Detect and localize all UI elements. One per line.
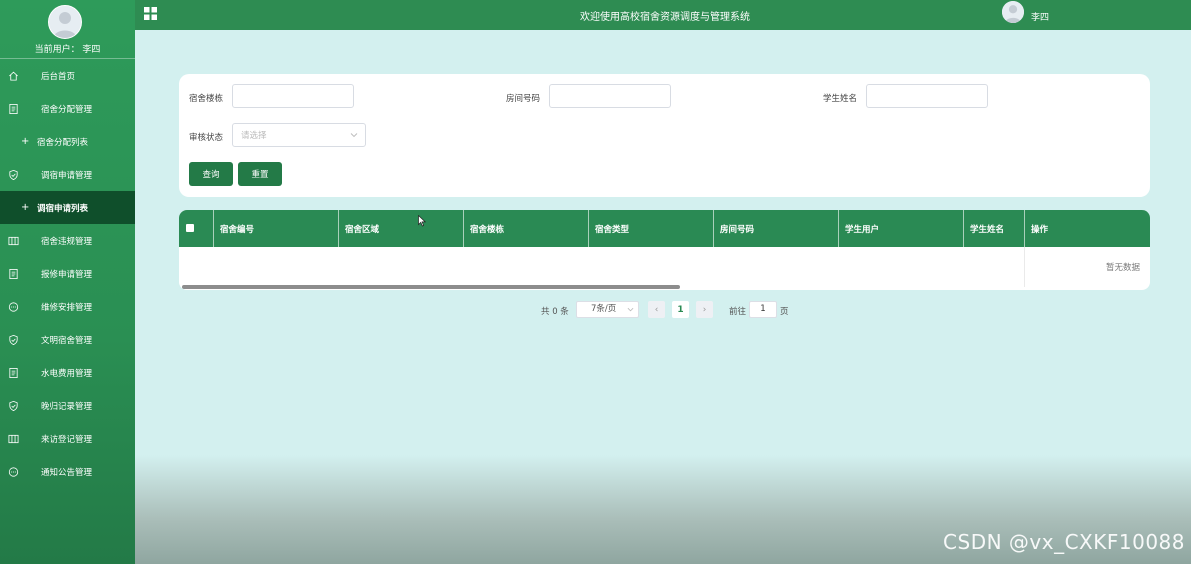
sidebar-item-label: 晚归记录管理 <box>41 401 93 412</box>
sidebar-item-notice[interactable]: 通知公告管理 <box>0 455 135 488</box>
columns-icon <box>8 433 19 444</box>
document-icon <box>8 103 19 114</box>
column-header[interactable]: 宿舍区域 <box>339 210 464 247</box>
data-table: 宿舍编号 宿舍区域 宿舍楼栋 宿舍类型 房间号码 学生用户 学生姓名 操作 暂无… <box>179 210 1150 290</box>
sidebar-item-label: 宿舍分配列表 <box>37 137 89 148</box>
building-label: 宿舍楼栋 <box>189 94 224 104</box>
room-label: 房间号码 <box>506 94 541 104</box>
column-header[interactable]: 房间号码 <box>714 210 839 247</box>
chat-icon <box>8 466 19 477</box>
sidebar-item-transfer-application[interactable]: 调宿申请管理 <box>0 158 135 191</box>
chevron-right-icon: › <box>702 304 707 315</box>
sidebar-item-dorm-violation[interactable]: 宿舍违规管理 <box>0 224 135 257</box>
goto-label: 前往 <box>729 307 747 317</box>
select-all-checkbox[interactable] <box>186 224 194 232</box>
student-name-input[interactable] <box>866 84 988 108</box>
document-icon <box>8 268 19 279</box>
table-header: 宿舍编号 宿舍区域 宿舍楼栋 宿舍类型 房间号码 学生用户 学生姓名 操作 <box>179 210 1150 247</box>
empty-data-text: 暂无数据 <box>1024 247 1150 287</box>
chevron-down-icon <box>350 133 358 138</box>
sidebar-subitem-transfer-application-list[interactable]: + 调宿申请列表 <box>0 191 135 224</box>
column-header[interactable]: 宿舍编号 <box>214 210 339 247</box>
status-placeholder: 请选择 <box>241 131 267 141</box>
room-input[interactable] <box>549 84 671 108</box>
sidebar-user-block: 当前用户： 李四 <box>0 0 135 59</box>
column-header[interactable]: 学生用户 <box>839 210 964 247</box>
sidebar-item-label: 宿舍违规管理 <box>41 236 93 247</box>
column-header[interactable]: 学生姓名 <box>964 210 1025 247</box>
status-select[interactable]: 请选择 <box>232 123 366 147</box>
shield-check-icon <box>8 334 19 345</box>
sidebar-item-visitor-registration[interactable]: 来访登记管理 <box>0 422 135 455</box>
sidebar-item-label: 通知公告管理 <box>41 467 93 478</box>
sidebar-subitem-dorm-allocation-list[interactable]: + 宿舍分配列表 <box>0 125 135 158</box>
sidebar: 当前用户： 李四 后台首页 宿舍分配管理 + 宿舍分配列表 调宿申请管理 + 调… <box>0 0 135 564</box>
query-button[interactable]: 查询 <box>189 162 233 186</box>
sidebar-item-repair-application[interactable]: 报修申请管理 <box>0 257 135 290</box>
sidebar-item-home[interactable]: 后台首页 <box>0 59 135 92</box>
header-username[interactable]: 李四 <box>1031 10 1049 23</box>
page-suffix: 页 <box>780 307 789 317</box>
select-all-column <box>179 210 214 247</box>
grid-menu-icon[interactable] <box>144 7 157 20</box>
sidebar-item-label: 水电费用管理 <box>41 368 93 379</box>
column-header[interactable]: 宿舍楼栋 <box>464 210 589 247</box>
plus-icon: + <box>21 136 30 147</box>
sidebar-item-dorm-allocation[interactable]: 宿舍分配管理 <box>0 92 135 125</box>
shield-check-icon <box>8 400 19 411</box>
sidebar-item-label: 宿舍分配管理 <box>41 104 93 115</box>
shield-check-icon <box>8 169 19 180</box>
document-icon <box>8 367 19 378</box>
column-header: 操作 <box>1031 224 1049 235</box>
horizontal-scrollbar[interactable] <box>182 285 680 289</box>
sidebar-item-label: 文明宿舍管理 <box>41 335 93 346</box>
home-icon <box>8 70 19 81</box>
next-page-button[interactable]: › <box>696 301 713 318</box>
sidebar-item-label: 报修申请管理 <box>41 269 93 280</box>
search-panel: 宿舍楼栋 房间号码 学生姓名 审核状态 请选择 查询 重置 <box>179 74 1150 197</box>
page-size-value: 7条/页 <box>591 304 617 314</box>
page-size-select[interactable]: 7条/页 <box>576 301 639 318</box>
goto-page-input[interactable]: 1 <box>749 301 777 318</box>
building-input[interactable] <box>232 84 354 108</box>
sidebar-menu: 后台首页 宿舍分配管理 + 宿舍分配列表 调宿申请管理 + 调宿申请列表 宿舍违… <box>0 59 135 488</box>
student-name-label: 学生姓名 <box>823 94 858 104</box>
current-user-label: 当前用户： 李四 <box>34 45 101 55</box>
sidebar-item-label: 调宿申请列表 <box>37 203 89 214</box>
chevron-left-icon: ‹ <box>654 304 659 315</box>
columns-icon <box>8 235 19 246</box>
prev-page-button[interactable]: ‹ <box>648 301 665 318</box>
top-header: 欢迎使用高校宿舍资源调度与管理系统 李四 <box>135 0 1191 30</box>
sidebar-item-label: 后台首页 <box>41 71 76 82</box>
sidebar-item-utility-fees[interactable]: 水电费用管理 <box>0 356 135 389</box>
pagination: 共 0 条 7条/页 ‹ 1 › 前往 1 页 <box>0 301 1191 319</box>
chevron-down-icon <box>627 307 634 312</box>
mouse-cursor-icon <box>418 215 426 227</box>
user-avatar-icon <box>49 6 81 38</box>
column-header[interactable]: 宿舍类型 <box>589 210 714 247</box>
sidebar-item-late-return[interactable]: 晚归记录管理 <box>0 389 135 422</box>
page-number-button[interactable]: 1 <box>672 301 689 318</box>
sidebar-item-label: 来访登记管理 <box>41 434 93 445</box>
header-avatar[interactable] <box>1002 1 1024 23</box>
reset-button[interactable]: 重置 <box>238 162 282 186</box>
status-label: 审核状态 <box>189 133 224 143</box>
avatar[interactable] <box>48 5 82 39</box>
total-count: 共 0 条 <box>541 307 569 317</box>
user-avatar-icon <box>1002 1 1024 23</box>
sidebar-item-label: 调宿申请管理 <box>41 170 93 181</box>
plus-icon: + <box>21 202 30 213</box>
system-title: 欢迎使用高校宿舍资源调度与管理系统 <box>580 12 750 23</box>
watermark-text: CSDN @vx_CXKF10088 <box>943 530 1185 554</box>
sidebar-item-civilized-dorm[interactable]: 文明宿舍管理 <box>0 323 135 356</box>
